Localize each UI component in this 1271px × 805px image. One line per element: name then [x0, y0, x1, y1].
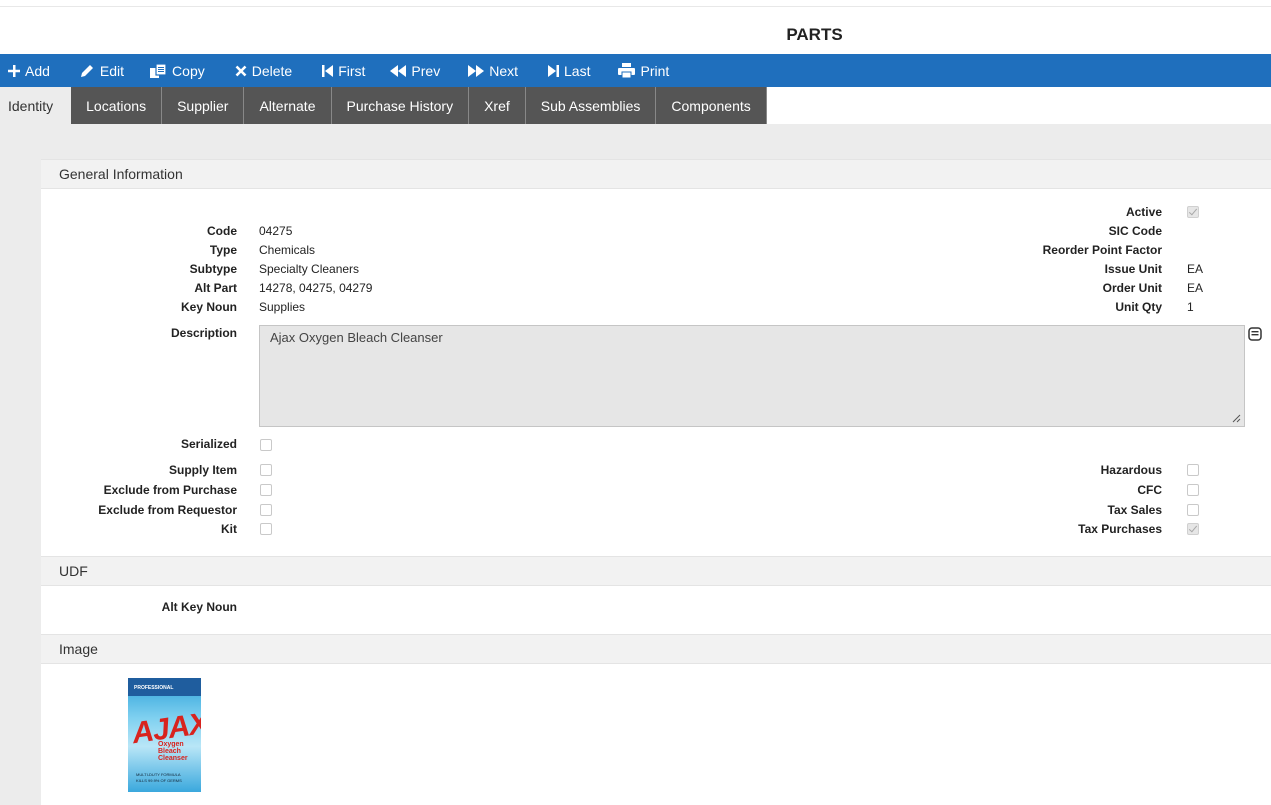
tab-components[interactable]: Components: [656, 87, 767, 124]
print-label: Print: [640, 62, 670, 79]
tab-supplier[interactable]: Supplier: [162, 87, 245, 124]
content-area: General Information Code 04275 Type Chem…: [0, 124, 1271, 805]
copy-icon: [150, 63, 167, 78]
udf-header: UDF: [41, 556, 1271, 586]
exclude-from-requestor-checkbox[interactable]: [260, 504, 272, 516]
tab-identity[interactable]: Identity: [0, 87, 72, 124]
form-panel: General Information Code 04275 Type Chem…: [41, 159, 1271, 805]
last-label: Last: [564, 62, 591, 79]
product-foot-line2: KILLS 99.9% OF GERMS: [136, 778, 182, 783]
plus-icon: [8, 64, 20, 77]
next-label: Next: [489, 62, 519, 79]
unit-qty-label: Unit Qty: [1115, 300, 1162, 314]
type-label: Type: [209, 243, 237, 257]
tax-sales-checkbox[interactable]: [1187, 504, 1199, 516]
supply-item-label: Supply Item: [168, 463, 237, 477]
cfc-checkbox[interactable]: [1187, 484, 1199, 496]
key-noun-label: Key Noun: [180, 300, 237, 314]
first-icon: [322, 64, 334, 77]
active-label: Active: [1125, 205, 1162, 219]
hazardous-label: Hazardous: [1100, 463, 1162, 477]
edit-button[interactable]: Edit: [80, 54, 124, 87]
toolbar: Add Edit Copy Delete First Prev Next Las…: [0, 54, 1271, 87]
prev-label: Prev: [411, 62, 441, 79]
kit-checkbox[interactable]: [260, 523, 272, 535]
description-textarea[interactable]: Ajax Oxygen Bleach Cleanser: [259, 325, 1245, 427]
supply-item-checkbox[interactable]: [260, 464, 272, 476]
subtype-label: Subtype: [189, 262, 237, 276]
tab-purchase-history[interactable]: Purchase History: [331, 87, 470, 124]
add-button[interactable]: Add: [8, 54, 50, 87]
order-unit-value: EA: [1187, 281, 1204, 295]
alt-part-label: Alt Part: [194, 281, 237, 295]
exclude-from-purchase-checkbox[interactable]: [260, 484, 272, 496]
print-button[interactable]: Print: [618, 54, 669, 87]
serialized-checkbox[interactable]: [260, 439, 272, 451]
issue-unit-label: Issue Unit: [1104, 262, 1162, 276]
tab-sub-assemblies[interactable]: Sub Assemblies: [525, 87, 657, 124]
copy-button[interactable]: Copy: [150, 54, 205, 87]
pencil-icon: [80, 64, 93, 77]
product-sub-line1: Oxygen Bleach: [158, 741, 184, 755]
tab-locations[interactable]: Locations: [71, 87, 163, 124]
product-image: PROFESSIONAL AJAX Oxygen Bleach Cleanser…: [128, 678, 201, 792]
tax-sales-label: Tax Sales: [1107, 503, 1162, 517]
unit-qty-value: 1: [1187, 300, 1194, 314]
order-unit-label: Order Unit: [1102, 281, 1162, 295]
tax-purchases-checkbox[interactable]: [1187, 523, 1199, 535]
tax-purchases-label: Tax Purchases: [1078, 522, 1162, 536]
key-noun-value: Supplies: [259, 300, 306, 314]
delete-label: Delete: [251, 62, 293, 79]
printer-icon: [618, 63, 636, 78]
description-label: Description: [170, 326, 237, 340]
fast-forward-icon: [468, 64, 485, 77]
resize-handle-icon[interactable]: [1232, 414, 1241, 423]
kit-label: Kit: [221, 522, 237, 536]
cfc-label: CFC: [1137, 483, 1162, 497]
edit-label: Edit: [99, 62, 125, 79]
subtype-value: Specialty Cleaners: [259, 262, 360, 276]
product-sub-line2: Cleanser: [158, 755, 188, 762]
last-icon: [548, 64, 560, 77]
last-button[interactable]: Last: [548, 54, 590, 87]
page-title: PARTS: [786, 25, 843, 44]
copy-label: Copy: [172, 62, 205, 79]
top-divider: [0, 6, 1271, 7]
tab-bar: Identity Locations Supplier Alternate Pu…: [0, 87, 1271, 124]
tab-xref[interactable]: Xref: [469, 87, 526, 124]
image-header: Image: [41, 634, 1271, 664]
close-icon: [235, 65, 247, 76]
prev-button[interactable]: Prev: [390, 54, 440, 87]
sic-code-label: SIC Code: [1108, 224, 1162, 238]
code-value: 04275: [259, 224, 293, 238]
exclude-from-purchase-label: Exclude from Purchase: [103, 483, 237, 497]
product-brand-top: PROFESSIONAL: [134, 685, 174, 691]
add-label: Add: [25, 62, 50, 79]
rewind-icon: [390, 64, 407, 77]
type-value: Chemicals: [259, 243, 316, 257]
description-text: Ajax Oxygen Bleach Cleanser: [270, 330, 443, 345]
next-button[interactable]: Next: [468, 54, 518, 87]
code-label: Code: [207, 224, 237, 238]
issue-unit-value: EA: [1187, 262, 1204, 276]
tab-alternate[interactable]: Alternate: [244, 87, 332, 124]
memo-icon[interactable]: [1248, 327, 1262, 341]
delete-button[interactable]: Delete: [235, 54, 292, 87]
alt-part-value: 14278, 04275, 04279: [259, 281, 373, 295]
active-checkbox[interactable]: [1187, 206, 1199, 218]
serialized-label: Serialized: [180, 437, 237, 451]
hazardous-checkbox[interactable]: [1187, 464, 1199, 476]
product-foot: MULTI-DUTY FORMULA KILLS 99.9% OF GERMS: [136, 772, 182, 784]
first-label: First: [338, 62, 366, 79]
general-information-header: General Information: [41, 159, 1271, 189]
tab-bar-filler: [766, 87, 1271, 124]
reorder-point-factor-label: Reorder Point Factor: [1042, 243, 1162, 257]
alt-key-noun-label: Alt Key Noun: [161, 600, 237, 614]
exclude-from-requestor-label: Exclude from Requestor: [98, 503, 237, 517]
first-button[interactable]: First: [322, 54, 365, 87]
product-sub: Oxygen Bleach Cleanser: [158, 741, 201, 762]
